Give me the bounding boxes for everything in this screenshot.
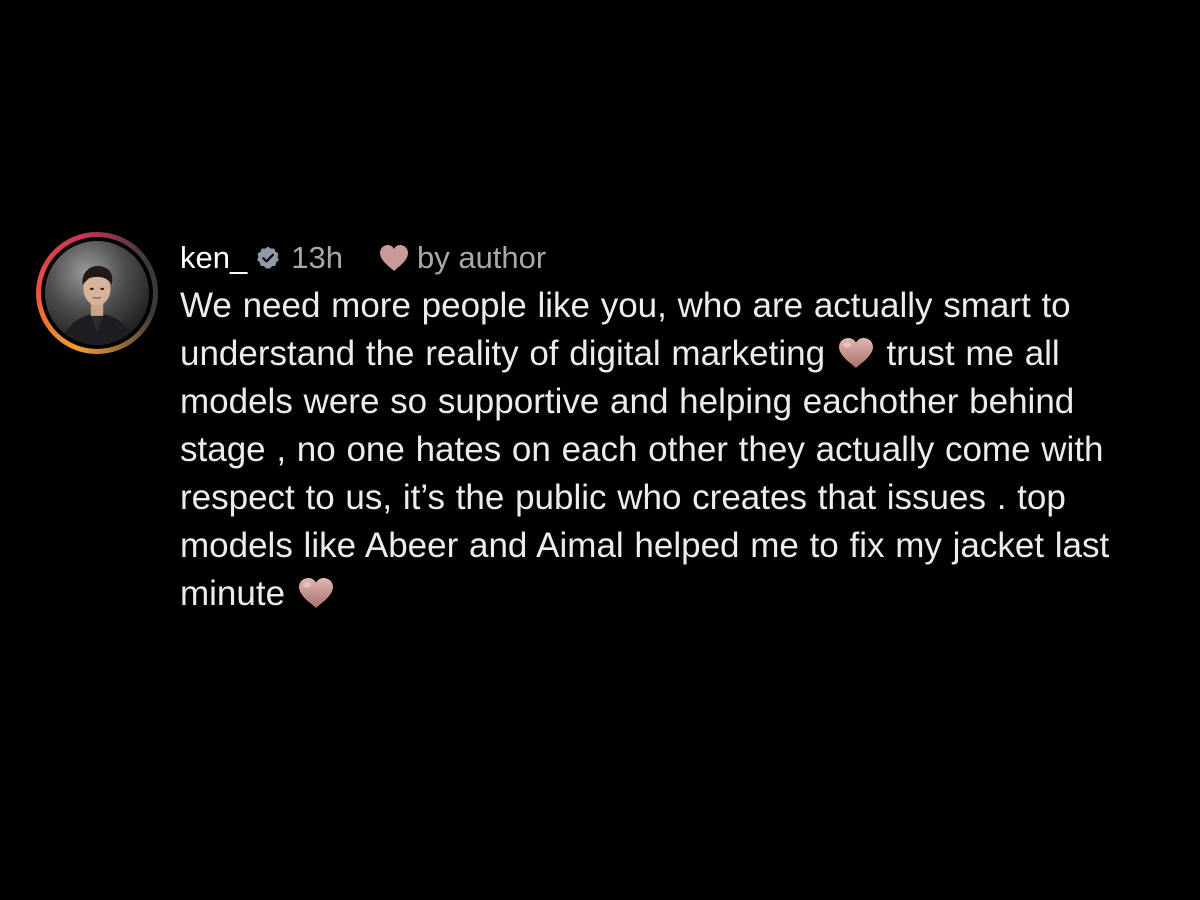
- avatar-photo: [45, 241, 149, 345]
- comment-content: ken_ 13h by author We need more people l…: [180, 238, 1170, 618]
- brown-heart-emoji: [836, 336, 876, 370]
- username[interactable]: ken_: [180, 240, 247, 276]
- comment-text-part-2: trust me all models were so supportive a…: [180, 334, 1110, 613]
- liked-by-author-label: by author: [416, 240, 547, 275]
- brown-heart-emoji: [296, 576, 336, 610]
- liked-by-author: by author: [377, 240, 546, 276]
- comment-text: We need more people like you, who are ac…: [180, 282, 1170, 618]
- avatar[interactable]: [45, 241, 149, 345]
- avatar-story-ring[interactable]: [36, 232, 158, 354]
- heart-icon: [377, 243, 411, 273]
- avatar-frame: [41, 237, 153, 349]
- comment-timestamp: 13h: [291, 240, 343, 275]
- comment-meta: ken_ 13h by author: [180, 238, 1170, 278]
- comment: ken_ 13h by author We need more people l…: [36, 232, 1176, 618]
- verified-badge-icon: [255, 245, 281, 271]
